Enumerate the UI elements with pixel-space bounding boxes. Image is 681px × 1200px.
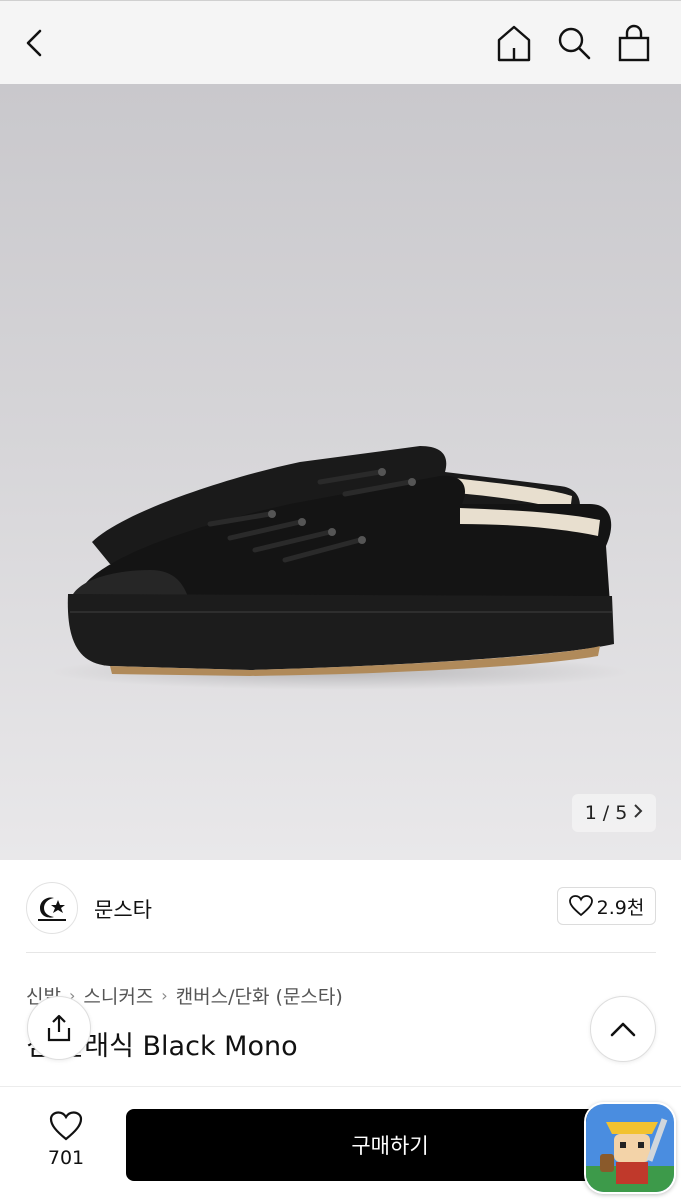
gallery-current-page: 1 [584, 802, 597, 824]
gallery-total-pages: 5 [615, 802, 628, 824]
brand-row: 문스타 2.9천 [0, 860, 681, 954]
brand-logo[interactable] [26, 882, 78, 934]
gallery-page-separator: / [602, 802, 610, 824]
chevron-right-icon: › [161, 986, 168, 1005]
breadcrumb-item-sneakers[interactable]: 스니커즈 [83, 982, 153, 1009]
scroll-to-top-button[interactable] [590, 996, 656, 1062]
game-app-badge[interactable] [584, 1102, 676, 1194]
share-button[interactable] [27, 996, 91, 1060]
wishlist-button[interactable]: 701 [36, 1111, 96, 1175]
chevron-up-icon [610, 1022, 636, 1037]
share-icon [47, 1014, 71, 1042]
chevron-left-icon [26, 29, 42, 57]
breadcrumb-item-canvas[interactable]: 캔버스/단화 (문스타) [176, 982, 343, 1009]
moonstar-logo-icon [38, 897, 66, 921]
brand-like-count: 2.9천 [596, 896, 645, 919]
shopping-bag-button[interactable] [612, 21, 656, 65]
game-character-icon [586, 1104, 674, 1192]
search-button[interactable] [552, 21, 596, 65]
search-icon [558, 27, 591, 60]
wishlist-count: 701 [47, 1147, 85, 1169]
heart-icon [568, 895, 593, 917]
product-photo-sneakers [50, 446, 630, 690]
chevron-right-icon [633, 803, 643, 824]
product-image-gallery[interactable]: 1 / 5 [0, 84, 681, 860]
home-icon [497, 25, 531, 62]
section-divider [26, 952, 656, 953]
bottom-action-bar: 701 구매하기 [0, 1086, 681, 1200]
shopping-bag-icon [618, 24, 650, 62]
brand-name[interactable]: 문스타 [94, 894, 152, 924]
gallery-pager[interactable]: 1 / 5 [572, 794, 656, 832]
brand-like-button[interactable]: 2.9천 [557, 887, 656, 925]
top-navigation-bar [0, 0, 681, 84]
buy-button[interactable]: 구매하기 [126, 1109, 654, 1181]
home-button[interactable] [492, 21, 536, 65]
heart-icon [49, 1111, 83, 1141]
back-button[interactable] [22, 23, 72, 63]
